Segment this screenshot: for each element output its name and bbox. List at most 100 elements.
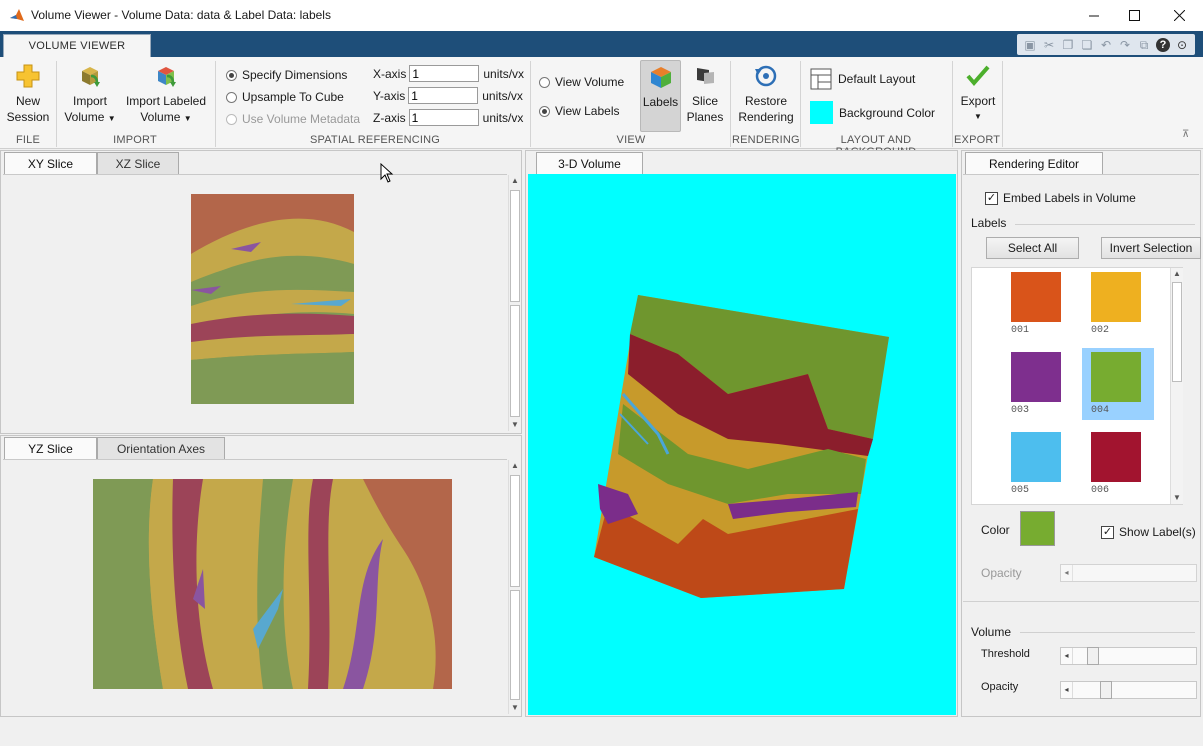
mouse-cursor-icon bbox=[380, 163, 394, 183]
group-label-export: EXPORT bbox=[954, 134, 1001, 146]
label-color-picker[interactable] bbox=[1020, 511, 1055, 546]
view-labels-label: View Labels bbox=[555, 104, 620, 118]
slice-planes-label-1: Slice bbox=[691, 94, 718, 108]
specify-dimensions-label: Specify Dimensions bbox=[242, 68, 348, 82]
label-swatch-004[interactable]: 004 bbox=[1082, 348, 1154, 420]
xy-slice-view[interactable] bbox=[3, 174, 507, 432]
scroll-thumb[interactable] bbox=[510, 305, 520, 417]
scroll-down-arrow-icon[interactable]: ▼ bbox=[1171, 492, 1183, 504]
undo-icon[interactable]: ↶ bbox=[1099, 38, 1113, 52]
threshold-slider[interactable]: ◂ bbox=[1060, 647, 1197, 665]
tab-rendering-editor[interactable]: Rendering Editor bbox=[965, 152, 1103, 174]
switch-windows-icon[interactable]: ⧉ bbox=[1137, 38, 1151, 52]
volume-opacity-slider-knob[interactable] bbox=[1099, 681, 1112, 699]
minimize-button[interactable] bbox=[1072, 0, 1116, 31]
background-color-button[interactable]: Background Color bbox=[810, 101, 935, 124]
import-volume-label-2-row: Volume ▼ bbox=[62, 109, 118, 127]
upsample-to-cube-radio[interactable]: Upsample To Cube bbox=[226, 90, 344, 104]
tab-xy-slice[interactable]: XY Slice bbox=[4, 152, 97, 174]
volume-opacity-slider[interactable]: ◂ bbox=[1060, 681, 1197, 699]
collapse-ribbon-icon[interactable]: ⊼ bbox=[1182, 129, 1189, 140]
export-label: Export bbox=[960, 94, 996, 108]
slice-planes-icon bbox=[697, 68, 714, 84]
yz-vertical-scrollbar[interactable]: ▲ ▼ bbox=[508, 460, 521, 714]
y-axis-input[interactable] bbox=[408, 87, 479, 104]
color-label: Color bbox=[981, 523, 1010, 537]
cut-icon[interactable]: ✂ bbox=[1042, 38, 1056, 52]
label-swatch-001[interactable]: 001 bbox=[1002, 268, 1074, 340]
z-axis-input[interactable] bbox=[408, 109, 479, 126]
select-all-button[interactable]: Select All bbox=[986, 237, 1079, 259]
label-id-005: 005 bbox=[1011, 485, 1030, 496]
tab-orientation-axes[interactable]: Orientation Axes bbox=[97, 437, 225, 459]
restore-rendering-label-2: Rendering bbox=[738, 110, 794, 124]
view-volume-radio[interactable]: View Volume bbox=[539, 75, 624, 89]
slider-left-arrow-icon: ◂ bbox=[1061, 682, 1073, 698]
rendering-editor-body: ✓ Embed Labels in Volume Labels Select Al… bbox=[963, 174, 1201, 714]
yz-slice-view[interactable] bbox=[3, 459, 507, 715]
group-label-spatial: SPATIAL REFERENCING bbox=[309, 134, 441, 146]
scroll-up-arrow-icon[interactable]: ▲ bbox=[1171, 268, 1183, 280]
rendering-editor-panel: Rendering Editor ✓ Embed Labels in Volume… bbox=[961, 150, 1201, 717]
save-icon[interactable]: ▣ bbox=[1023, 38, 1037, 52]
invert-selection-button[interactable]: Invert Selection bbox=[1101, 237, 1201, 259]
scroll-up-arrow-icon[interactable]: ▲ bbox=[509, 175, 521, 187]
label-swatch-002[interactable]: 002 bbox=[1082, 268, 1154, 340]
xy-vertical-scrollbar[interactable]: ▲ ▼ bbox=[508, 175, 521, 431]
label-swatch-006[interactable]: 006 bbox=[1082, 428, 1154, 500]
tab-xz-slice[interactable]: XZ Slice bbox=[97, 152, 179, 174]
scroll-up-arrow-icon[interactable]: ▲ bbox=[509, 460, 521, 472]
tab-volume-viewer[interactable]: VOLUME VIEWER bbox=[3, 34, 151, 57]
y-axis-row: Y-axis units/vx bbox=[373, 87, 523, 104]
label-id-003: 003 bbox=[1011, 405, 1030, 416]
expand-icon[interactable]: ⊙ bbox=[1175, 38, 1189, 52]
threshold-slider-knob[interactable] bbox=[1087, 647, 1100, 665]
group-label-view: VIEW bbox=[616, 134, 646, 146]
maximize-button[interactable] bbox=[1112, 0, 1156, 31]
help-icon[interactable]: ? bbox=[1156, 37, 1170, 52]
close-button[interactable] bbox=[1156, 0, 1203, 31]
label-opacity-slider[interactable]: ◂ bbox=[1060, 564, 1197, 582]
scroll-thumb[interactable] bbox=[510, 190, 520, 302]
import-labeled-volume-button[interactable]: Import Labeled Volume ▼ bbox=[124, 63, 208, 127]
checkbox-checked-icon: ✓ bbox=[985, 191, 998, 205]
quick-access-toolbar: ▣ ✂ ❐ ❏ ↶ ↷ ⧉ ? ⊙ bbox=[1017, 34, 1195, 55]
new-session-label-1: New bbox=[15, 94, 40, 108]
slice-planes-button[interactable]: Slice Planes bbox=[686, 63, 724, 125]
scroll-thumb[interactable] bbox=[510, 590, 520, 700]
divider bbox=[1020, 632, 1195, 633]
volume-3d-view[interactable] bbox=[528, 174, 956, 715]
embed-labels-checkbox[interactable]: ✓ Embed Labels in Volume bbox=[985, 191, 1136, 205]
tab-yz-slice[interactable]: YZ Slice bbox=[4, 437, 97, 459]
show-labels-checkbox[interactable]: ✓ Show Label(s) bbox=[1101, 525, 1196, 539]
labels-list-scrollbar[interactable]: ▲ ▼ bbox=[1170, 268, 1183, 504]
use-volume-metadata-radio[interactable]: Use Volume Metadata bbox=[226, 112, 360, 126]
specify-dimensions-radio[interactable]: Specify Dimensions bbox=[226, 68, 347, 82]
new-session-button[interactable]: New Session bbox=[6, 63, 50, 125]
scroll-down-arrow-icon[interactable]: ▼ bbox=[509, 702, 521, 714]
copy-icon[interactable]: ❐ bbox=[1061, 38, 1075, 52]
export-button[interactable]: Export ▼ bbox=[958, 63, 998, 125]
paste-icon[interactable]: ❏ bbox=[1080, 38, 1094, 52]
import-volume-label-2: Volume bbox=[64, 110, 105, 124]
x-axis-input[interactable] bbox=[409, 65, 480, 82]
label-swatch-005[interactable]: 005 bbox=[1002, 428, 1074, 500]
redo-icon[interactable]: ↷ bbox=[1118, 38, 1132, 52]
volume-heading: Volume bbox=[971, 625, 1012, 639]
scroll-down-arrow-icon[interactable]: ▼ bbox=[509, 419, 521, 431]
x-axis-row: X-axis units/vx bbox=[373, 65, 524, 82]
import-volume-button[interactable]: Import Volume ▼ bbox=[62, 63, 118, 127]
labels-button[interactable]: Labels bbox=[640, 60, 681, 132]
group-label-import: IMPORT bbox=[113, 134, 157, 146]
label-color-001 bbox=[1011, 272, 1061, 322]
label-swatch-003[interactable]: 003 bbox=[1002, 348, 1074, 420]
restore-rendering-button[interactable]: Restore Rendering bbox=[736, 63, 796, 125]
label-id-001: 001 bbox=[1011, 325, 1030, 336]
scroll-thumb[interactable] bbox=[510, 475, 520, 587]
tab-3d-volume[interactable]: 3-D Volume bbox=[536, 152, 643, 174]
ribbon-tab-strip: VOLUME VIEWER ▣ ✂ ❐ ❏ ↶ ↷ ⧉ ? ⊙ bbox=[0, 31, 1203, 57]
z-axis-unit: units/vx bbox=[482, 110, 524, 125]
view-labels-radio[interactable]: View Labels bbox=[539, 104, 620, 118]
scroll-thumb[interactable] bbox=[1172, 282, 1182, 382]
default-layout-button[interactable]: Default Layout bbox=[810, 68, 915, 90]
